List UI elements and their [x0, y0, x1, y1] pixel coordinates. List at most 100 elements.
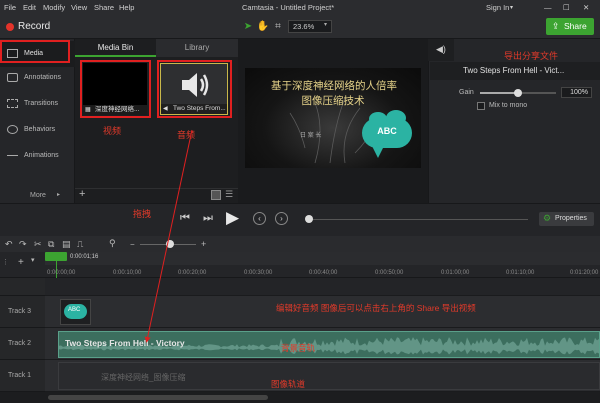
video-annotation: 视频	[103, 126, 122, 136]
zoom-in-icon[interactable]: +	[201, 239, 206, 249]
undo-icon[interactable]: ↶	[5, 239, 13, 250]
tick-8: 0:01:20;00	[570, 270, 599, 276]
playhead-time: 0:00:01;16	[70, 254, 99, 260]
chevron-right-icon[interactable]: ▸	[57, 191, 60, 198]
previous-clip-icon[interactable]: ‹	[253, 212, 266, 225]
annotation-icon	[7, 73, 18, 82]
track-head-1[interactable]: Track 1	[0, 360, 45, 392]
menu-edit[interactable]: Edit	[23, 3, 36, 12]
track-spacer-head	[0, 278, 45, 296]
gain-slider-knob[interactable]	[514, 89, 522, 97]
record-icon[interactable]	[6, 23, 14, 31]
tab-library[interactable]: Library	[156, 39, 238, 57]
bubble-text: ABC	[377, 126, 397, 136]
tick-2: 0:00:20;00	[178, 270, 207, 276]
copy-icon[interactable]: ⧉	[48, 239, 54, 250]
timeline-scrollbar[interactable]	[48, 395, 268, 400]
sign-in-link[interactable]: Sign In	[486, 3, 509, 12]
gain-value-field[interactable]: 100%	[561, 87, 592, 98]
tool-transitions[interactable]: Transitions	[0, 91, 75, 117]
track-options-icon[interactable]: ⋮	[2, 258, 9, 266]
animation-icon	[7, 155, 18, 164]
properties-button[interactable]: ⚙ Properties	[539, 212, 594, 226]
tool-behaviors-label: Behaviors	[24, 126, 56, 133]
record-button[interactable]: Record	[18, 21, 50, 32]
add-track-icon[interactable]: +	[18, 257, 24, 268]
audio-clip[interactable]: Two Steps From Hell - Victory	[58, 331, 600, 358]
drag-annotation: 拖拽	[133, 209, 152, 219]
zoom-dropdown-icon[interactable]: ▾	[324, 21, 327, 28]
mix-mono-checkbox[interactable]	[477, 102, 485, 110]
close-icon[interactable]: ✕	[583, 3, 589, 12]
timeline-zoom-knob[interactable]	[166, 240, 174, 248]
menu-view[interactable]: View	[71, 3, 87, 12]
window-title: Camtasia - Untitled Project*	[242, 3, 335, 12]
menu-help[interactable]: Help	[119, 3, 134, 12]
redo-icon[interactable]: ↷	[19, 239, 27, 250]
audio-clip-title: Two Steps From Hell - Victory	[65, 338, 185, 348]
clip-title: Two Steps From Hell - Vict...	[463, 66, 565, 75]
track-head-2[interactable]: Track 2	[0, 328, 45, 360]
tool-animations-label: Animations	[24, 152, 59, 159]
tick-4: 0:00:40;00	[309, 270, 338, 276]
track-1-label: Track 1	[8, 372, 32, 379]
track3-callout-clip[interactable]: ABC	[60, 299, 91, 325]
tick-7: 0:01:10;00	[506, 270, 535, 276]
split-icon[interactable]: ⎍	[77, 239, 83, 250]
play-icon[interactable]: ▶	[226, 208, 239, 228]
pointer-tool-icon[interactable]: ➤	[241, 20, 255, 34]
audio-annotation: 音频	[177, 130, 196, 140]
menu-modify[interactable]: Modify	[43, 3, 65, 12]
grid-view-icon[interactable]	[211, 190, 221, 200]
properties-button-label: Properties	[555, 215, 587, 222]
preview-canvas[interactable]: 基于深度神经网络的人倍率 图像压缩技术 日 案 长 ABC	[245, 68, 421, 168]
collapse-tracks-icon[interactable]: ▾	[31, 256, 35, 264]
speaker-tab-icon: ◀)	[436, 44, 446, 54]
tool-animations[interactable]: Animations	[0, 143, 75, 169]
zoom-out-icon[interactable]: −	[130, 240, 135, 249]
pan-hand-icon[interactable]: ✋	[256, 20, 270, 34]
next-clip-icon[interactable]: ›	[275, 212, 288, 225]
mini-bubble: ABC	[64, 304, 87, 319]
audio-props-tab[interactable]: ◀)	[428, 39, 454, 61]
scrub-knob[interactable]	[305, 215, 313, 223]
paste-icon[interactable]: ▤	[62, 239, 71, 250]
video-highlight-box	[80, 60, 151, 118]
chevron-down-icon[interactable]: ▾	[510, 4, 513, 11]
mix-mono-label: Mix to mono	[489, 102, 528, 109]
edit-annotation: 编辑好音频 图像后可以点击右上角的 Share 导出视频	[276, 303, 476, 313]
add-media-icon[interactable]: +	[79, 188, 85, 200]
behavior-icon	[7, 125, 18, 134]
gear-icon: ⚙	[543, 213, 552, 223]
step-back-icon[interactable]: ⏮	[180, 212, 190, 225]
video-clip[interactable]: 深度神经网络_图像压缩	[58, 362, 600, 390]
more-tools-button[interactable]: More	[30, 192, 46, 199]
gain-label: Gain	[459, 89, 474, 96]
list-view-icon[interactable]: ☰	[225, 189, 233, 200]
bubble-puff	[386, 110, 406, 126]
crop-icon[interactable]: ⌗	[271, 20, 285, 34]
gain-slider[interactable]	[480, 89, 556, 97]
track-2-label: Track 2	[8, 340, 32, 347]
audio-track-annotation: 背景音轨	[281, 343, 316, 353]
maximize-icon[interactable]: ☐	[563, 3, 570, 12]
tab-media-bin[interactable]: Media Bin	[75, 39, 156, 57]
cut-icon[interactable]: ✂	[34, 239, 42, 250]
track-head-3[interactable]: Track 3	[0, 296, 45, 328]
share-button[interactable]: ⇪ Share	[546, 18, 594, 35]
menu-share[interactable]: Share	[94, 3, 114, 12]
timeline-toolbar	[0, 236, 600, 252]
tool-transitions-label: Transitions	[24, 100, 58, 107]
scrub-track[interactable]	[308, 219, 528, 220]
share-button-label: Share	[564, 21, 587, 31]
tool-annotations[interactable]: Annotations	[0, 65, 75, 91]
zoom-search-icon[interactable]: ⚲	[109, 238, 116, 249]
bubble-puff	[369, 112, 387, 126]
track-spacer-body	[45, 278, 600, 296]
menu-file[interactable]: File	[4, 3, 16, 12]
step-forward-icon[interactable]: ⏭	[203, 212, 213, 225]
tool-behaviors[interactable]: Behaviors	[0, 117, 75, 143]
tick-5: 0:00:50;00	[375, 270, 404, 276]
speech-bubble[interactable]: ABC	[362, 110, 412, 148]
minimize-icon[interactable]: —	[544, 3, 552, 12]
